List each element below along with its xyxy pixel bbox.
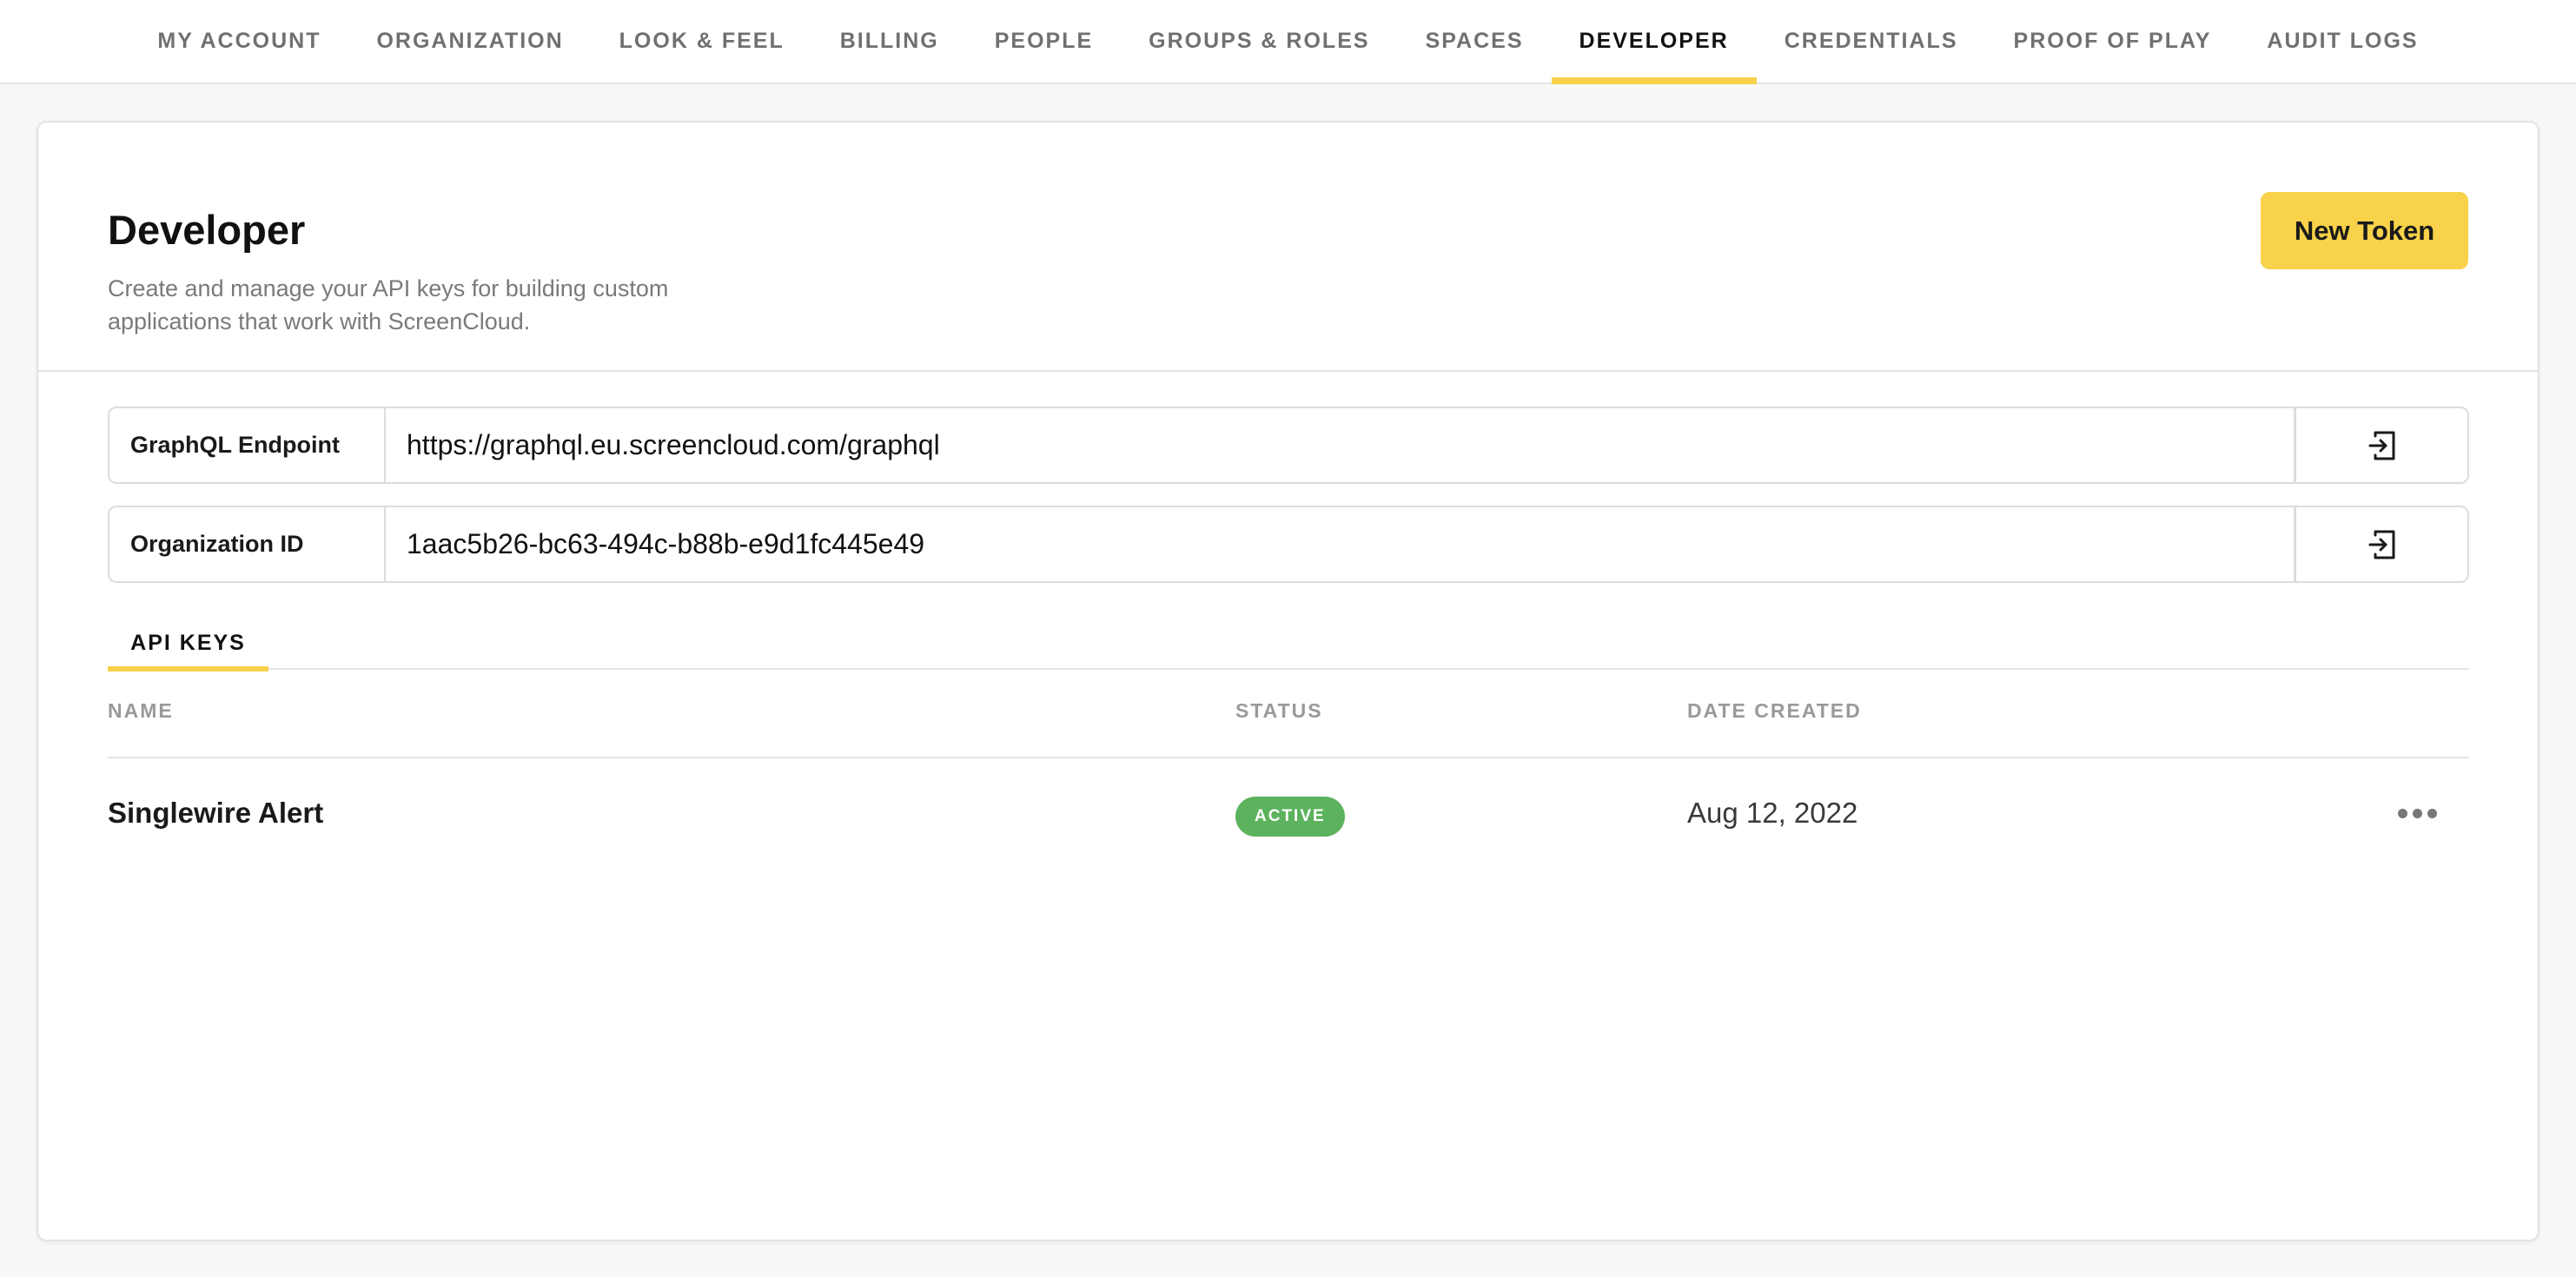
tab-spaces[interactable]: SPACES [1398,0,1552,83]
status-badge: ACTIVE [1235,797,1345,837]
settings-top-nav: MY ACCOUNT ORGANIZATION LOOK & FEEL BILL… [0,0,2576,84]
tab-credentials[interactable]: CREDENTIALS [1757,0,1986,83]
api-key-name: Singlewire Alert [108,797,324,829]
table-row[interactable]: Singlewire Alert ACTIVE Aug 12, 2022 [108,758,2469,867]
tab-api-keys[interactable]: API KEYS [108,616,268,672]
copy-graphql-endpoint-button[interactable] [2294,408,2467,482]
copy-icon [2368,530,2394,559]
copy-icon [2368,431,2394,460]
card-header: Developer Create and manage your API key… [38,122,2538,372]
tab-developer[interactable]: DEVELOPER [1551,0,1757,84]
graphql-endpoint-label: GraphQL Endpoint [109,408,386,482]
tab-groups-and-roles[interactable]: GROUPS & ROLES [1121,0,1397,83]
tab-my-account[interactable]: MY ACCOUNT [129,0,348,83]
tab-proof-of-play[interactable]: PROOF OF PLAY [1986,0,2240,83]
table-header: NAME STATUS DATE CREATED [108,699,2469,758]
column-date-created: DATE CREATED [1687,699,1862,722]
more-horizontal-icon[interactable] [2391,791,2443,835]
tab-audit-logs[interactable]: AUDIT LOGS [2239,0,2446,83]
tab-people[interactable]: PEOPLE [967,0,1121,83]
developer-card: Developer Create and manage your API key… [36,121,2540,1241]
new-token-button[interactable]: New Token [2261,192,2468,269]
api-key-date-created: Aug 12, 2022 [1687,797,1858,829]
page-title: Developer [108,207,306,253]
column-status: STATUS [1235,699,1323,722]
tab-look-and-feel[interactable]: LOOK & FEEL [592,0,812,83]
copy-organization-id-button[interactable] [2294,507,2467,581]
organization-id-field: Organization ID 1aac5b26-bc63-494c-b88b-… [108,506,2469,583]
graphql-endpoint-value[interactable]: https://graphql.eu.screencloud.com/graph… [386,408,2294,482]
organization-id-value[interactable]: 1aac5b26-bc63-494c-b88b-e9d1fc445e49 [386,507,2294,581]
organization-id-label: Organization ID [109,507,386,581]
api-subtabs: API KEYS [108,616,2469,672]
tab-organization[interactable]: ORGANIZATION [348,0,591,83]
tab-billing[interactable]: BILLING [812,0,967,83]
column-name: NAME [108,699,174,722]
page-description: Create and manage your API keys for buil… [108,275,669,334]
graphql-endpoint-field: GraphQL Endpoint https://graphql.eu.scre… [108,407,2469,484]
